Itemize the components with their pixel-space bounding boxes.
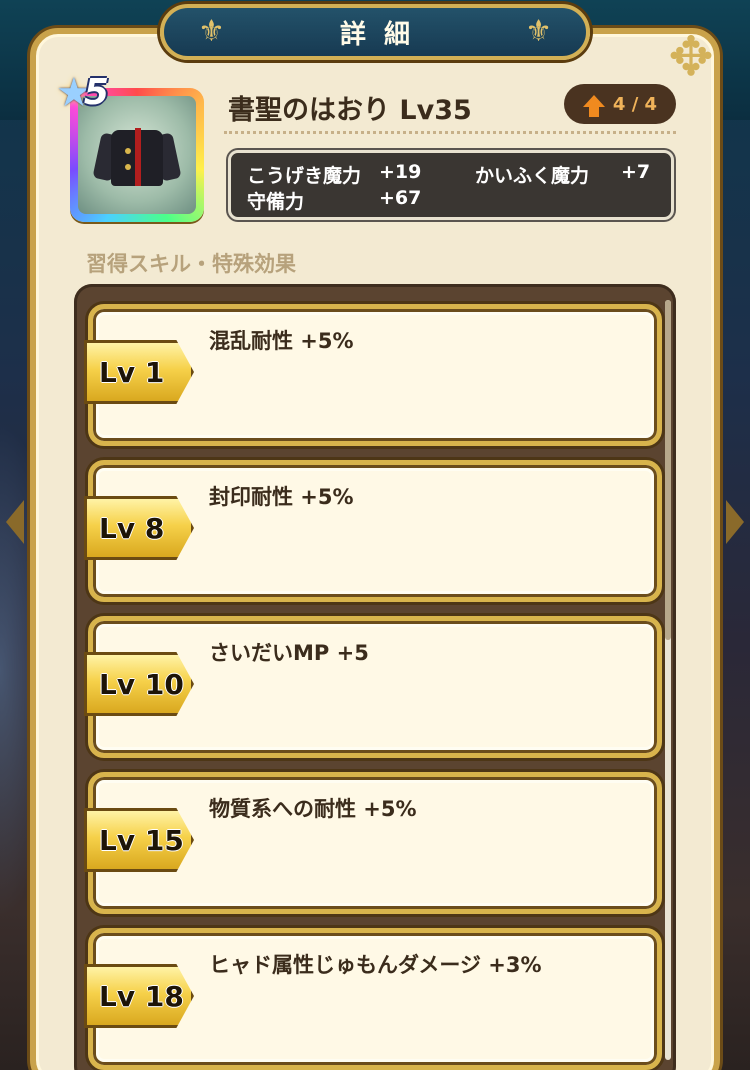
page-title: 詳細: [339, 19, 428, 50]
upgrade-level-text: 4 / 4: [612, 93, 658, 115]
skill-level: Lv 10: [99, 667, 184, 701]
stat-value: +67: [379, 187, 422, 209]
skill-level-tag: Lv 15: [84, 808, 194, 872]
skill-effect: ヒャド属性じゅもんダメージ +3%: [209, 953, 542, 977]
skill-level-tag: Lv 10: [84, 652, 194, 716]
skill-level: Lv 1: [99, 355, 165, 389]
rarity-badge: ★ 5: [56, 72, 109, 113]
skill-level: Lv 8: [99, 511, 165, 545]
skill-level-tag: Lv 8: [84, 496, 194, 560]
skill-level-tag: Lv 18: [84, 964, 194, 1028]
stat-row: こうげき魔力 +19: [247, 161, 421, 188]
skill-level-tag: Lv 1: [84, 340, 194, 404]
fleur-de-lis-icon: ⚜: [525, 14, 552, 49]
jacket-icon: [92, 120, 182, 190]
item-icon-background: [78, 96, 196, 214]
scrollbar-thumb[interactable]: [665, 300, 671, 640]
stat-label: こうげき魔力: [247, 165, 362, 187]
upgrade-level-badge: 4 / 4: [564, 84, 676, 124]
corner-ornament-icon: ✥: [668, 25, 714, 88]
skill-effect: さいだいMP +5: [209, 641, 369, 665]
next-arrow-icon[interactable]: [726, 500, 744, 544]
item-name: 書聖のはおり Lv35: [228, 95, 472, 126]
up-arrow-icon: [582, 95, 605, 117]
stat-value: +19: [379, 161, 422, 183]
previous-arrow-icon[interactable]: [6, 500, 24, 544]
scrollbar[interactable]: [665, 300, 671, 1060]
stat-row: かいふく魔力 +7: [475, 161, 650, 188]
stat-label: かいふく魔力: [475, 165, 590, 187]
stat-value: +7: [621, 161, 651, 183]
divider: [224, 131, 676, 134]
rarity-value: 5: [83, 72, 109, 113]
stat-row: 守備力 +67: [247, 187, 421, 214]
stat-label: 守備力: [247, 191, 305, 213]
fleur-de-lis-icon: ⚜: [198, 14, 225, 49]
title-banner: ⚜ 詳細 ⚜: [160, 4, 590, 60]
skill-effect: 物質系への耐性 +5%: [209, 797, 417, 821]
skill-level: Lv 18: [99, 979, 184, 1013]
skills-section-label: 習得スキル・特殊効果: [86, 252, 296, 276]
skill-effect: 混乱耐性 +5%: [209, 329, 354, 353]
skill-level: Lv 15: [99, 823, 184, 857]
skill-effect: 封印耐性 +5%: [209, 485, 354, 509]
stats-box: こうげき魔力 +19 かいふく魔力 +7 守備力 +67: [228, 150, 674, 220]
